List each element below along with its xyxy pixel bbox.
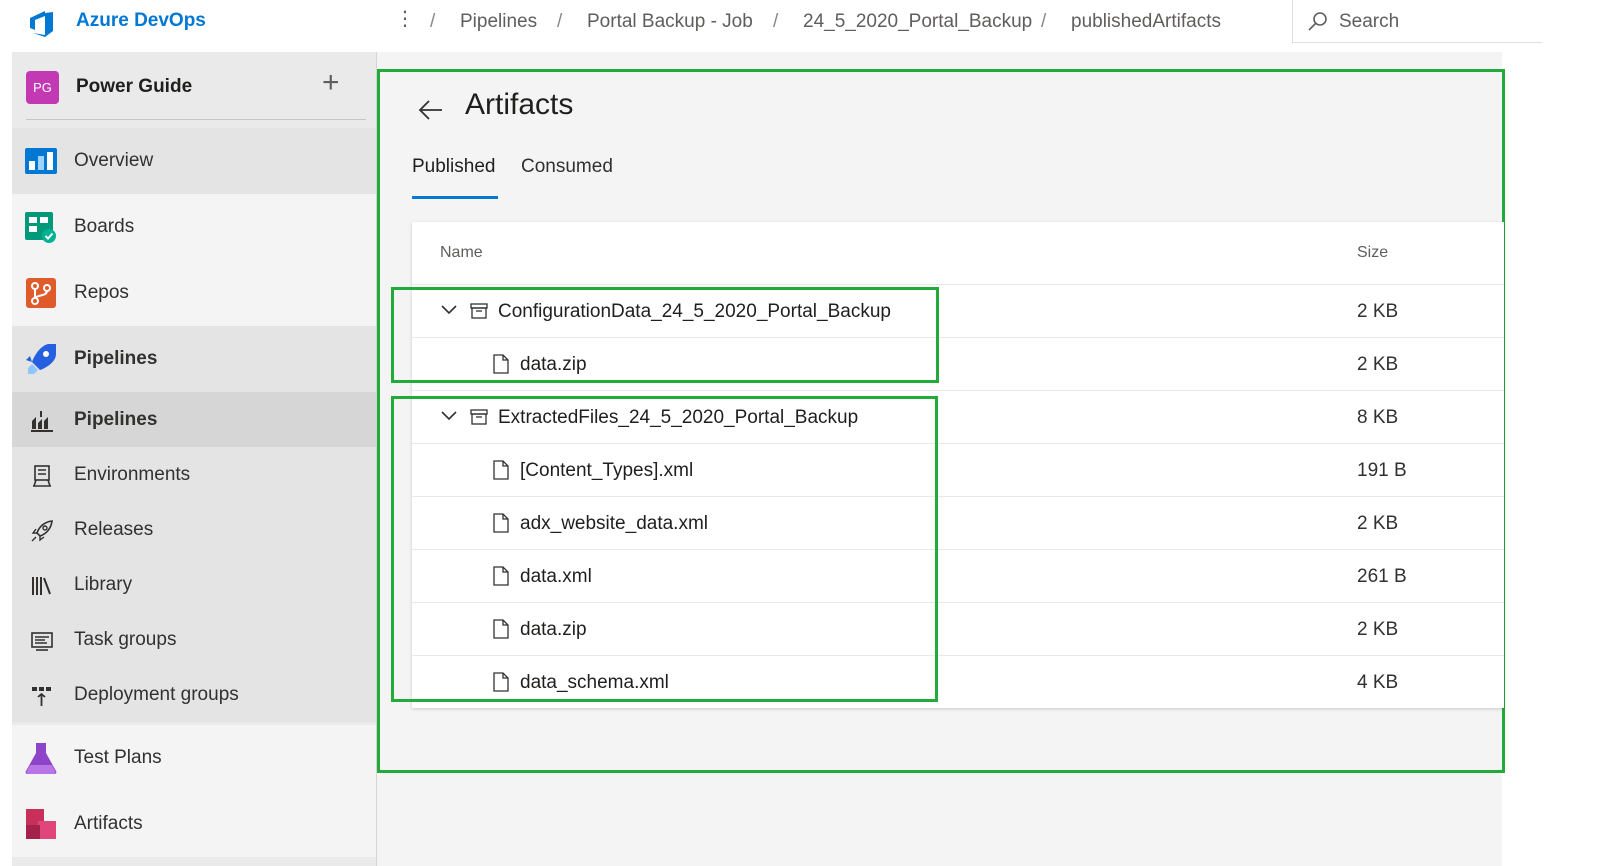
- brand-name[interactable]: Azure DevOps: [76, 10, 206, 32]
- file-size: 2 KB: [1357, 301, 1399, 322]
- column-header-name[interactable]: Name: [440, 244, 483, 262]
- artifact-group-highlight: [391, 396, 938, 702]
- project-header: PG Power Guide +: [12, 52, 376, 120]
- sidebar: PG Power Guide + Overview Boards Repos P…: [12, 52, 377, 866]
- project-name[interactable]: Power Guide: [76, 76, 192, 98]
- pipelines-sub-icon: [31, 411, 53, 432]
- breadcrumb-published-artifacts[interactable]: publishedArtifacts: [1071, 11, 1221, 33]
- back-arrow-icon[interactable]: [417, 96, 445, 124]
- artifact-group-highlight: [391, 287, 939, 383]
- divider: [26, 119, 366, 120]
- file-size: 2 KB: [1357, 619, 1399, 640]
- deployment-groups-icon: [32, 687, 51, 706]
- azure-devops-logo-icon[interactable]: [26, 6, 58, 38]
- breadcrumb-separator: /: [430, 11, 436, 32]
- releases-icon: [31, 520, 53, 542]
- file-size: 2 KB: [1357, 354, 1399, 375]
- breadcrumb-separator: /: [773, 11, 779, 32]
- sidebar-item-label: Pipelines: [74, 348, 158, 369]
- sidebar-item-label: Library: [74, 574, 133, 595]
- page-title: Artifacts: [465, 88, 574, 121]
- project-avatar[interactable]: PG: [26, 71, 59, 104]
- sidebar-item-environments[interactable]: Environments: [12, 447, 376, 502]
- breadcrumb-run[interactable]: 24_5_2020_Portal_Backup: [803, 11, 1032, 33]
- sidebar-item-pipelines[interactable]: Pipelines: [12, 326, 376, 392]
- test-plans-icon: [25, 743, 57, 774]
- sidebar-item-pipelines-sub[interactable]: Pipelines: [12, 392, 376, 447]
- task-groups-icon: [31, 632, 53, 651]
- sidebar-item-label: Artifacts: [74, 813, 143, 834]
- sidebar-item-label: Releases: [74, 519, 154, 540]
- file-size: 191 B: [1357, 460, 1407, 481]
- file-size: 2 KB: [1357, 513, 1399, 534]
- repos-icon: [26, 278, 56, 308]
- breadcrumb-pipelines[interactable]: Pipelines: [460, 11, 537, 33]
- sidebar-item-releases[interactable]: Releases: [12, 502, 376, 557]
- sidebar-item-artifacts[interactable]: Artifacts: [12, 791, 376, 857]
- sidebar-item-test-plans[interactable]: Test Plans: [12, 725, 376, 791]
- library-icon: [32, 577, 51, 595]
- overview-icon: [25, 148, 57, 174]
- sidebar-item-repos[interactable]: Repos: [12, 260, 376, 326]
- more-options-icon[interactable]: ⋮: [395, 6, 415, 31]
- plus-icon[interactable]: +: [322, 68, 340, 98]
- environments-icon: [33, 465, 51, 487]
- boards-icon: [25, 212, 56, 243]
- sidebar-item-label: Repos: [74, 282, 129, 303]
- file-size: 261 B: [1357, 566, 1407, 587]
- artifacts-icon: [26, 809, 56, 839]
- breadcrumb-pipeline-name[interactable]: Portal Backup - Job: [587, 11, 753, 33]
- breadcrumb-separator: /: [1041, 11, 1047, 32]
- tab-published[interactable]: Published: [412, 156, 495, 178]
- top-bar: Azure DevOps ⋮ / Pipelines / Portal Back…: [0, 0, 1542, 52]
- file-size: 8 KB: [1357, 407, 1399, 428]
- sidebar-item-label: Overview: [74, 150, 154, 171]
- sidebar-item-label: Environments: [74, 464, 191, 485]
- sidebar-item-boards[interactable]: Boards: [12, 194, 376, 260]
- sidebar-item-label: Task groups: [74, 629, 177, 650]
- sidebar-item-label: Pipelines: [74, 409, 158, 430]
- search-input[interactable]: [1337, 8, 1531, 36]
- sidebar-item-label: Deployment groups: [74, 684, 239, 705]
- column-header-size[interactable]: Size: [1357, 244, 1388, 262]
- breadcrumb-separator: /: [557, 11, 563, 32]
- pipelines-icon: [26, 344, 56, 374]
- sidebar-item-task-groups[interactable]: Task groups: [12, 612, 376, 667]
- sidebar-item-label: Boards: [74, 216, 135, 237]
- tab-consumed[interactable]: Consumed: [521, 156, 613, 178]
- sidebar-item-library[interactable]: Library: [12, 557, 376, 612]
- sidebar-item-label: Test Plans: [74, 747, 162, 768]
- sidebar-item-overview[interactable]: Overview: [12, 128, 376, 194]
- search-box[interactable]: [1292, 0, 1542, 43]
- search-icon: [1308, 12, 1327, 31]
- tab-selected-indicator: [412, 196, 498, 199]
- sidebar-item-deployment-groups[interactable]: Deployment groups: [12, 667, 376, 722]
- file-size: 4 KB: [1357, 672, 1399, 693]
